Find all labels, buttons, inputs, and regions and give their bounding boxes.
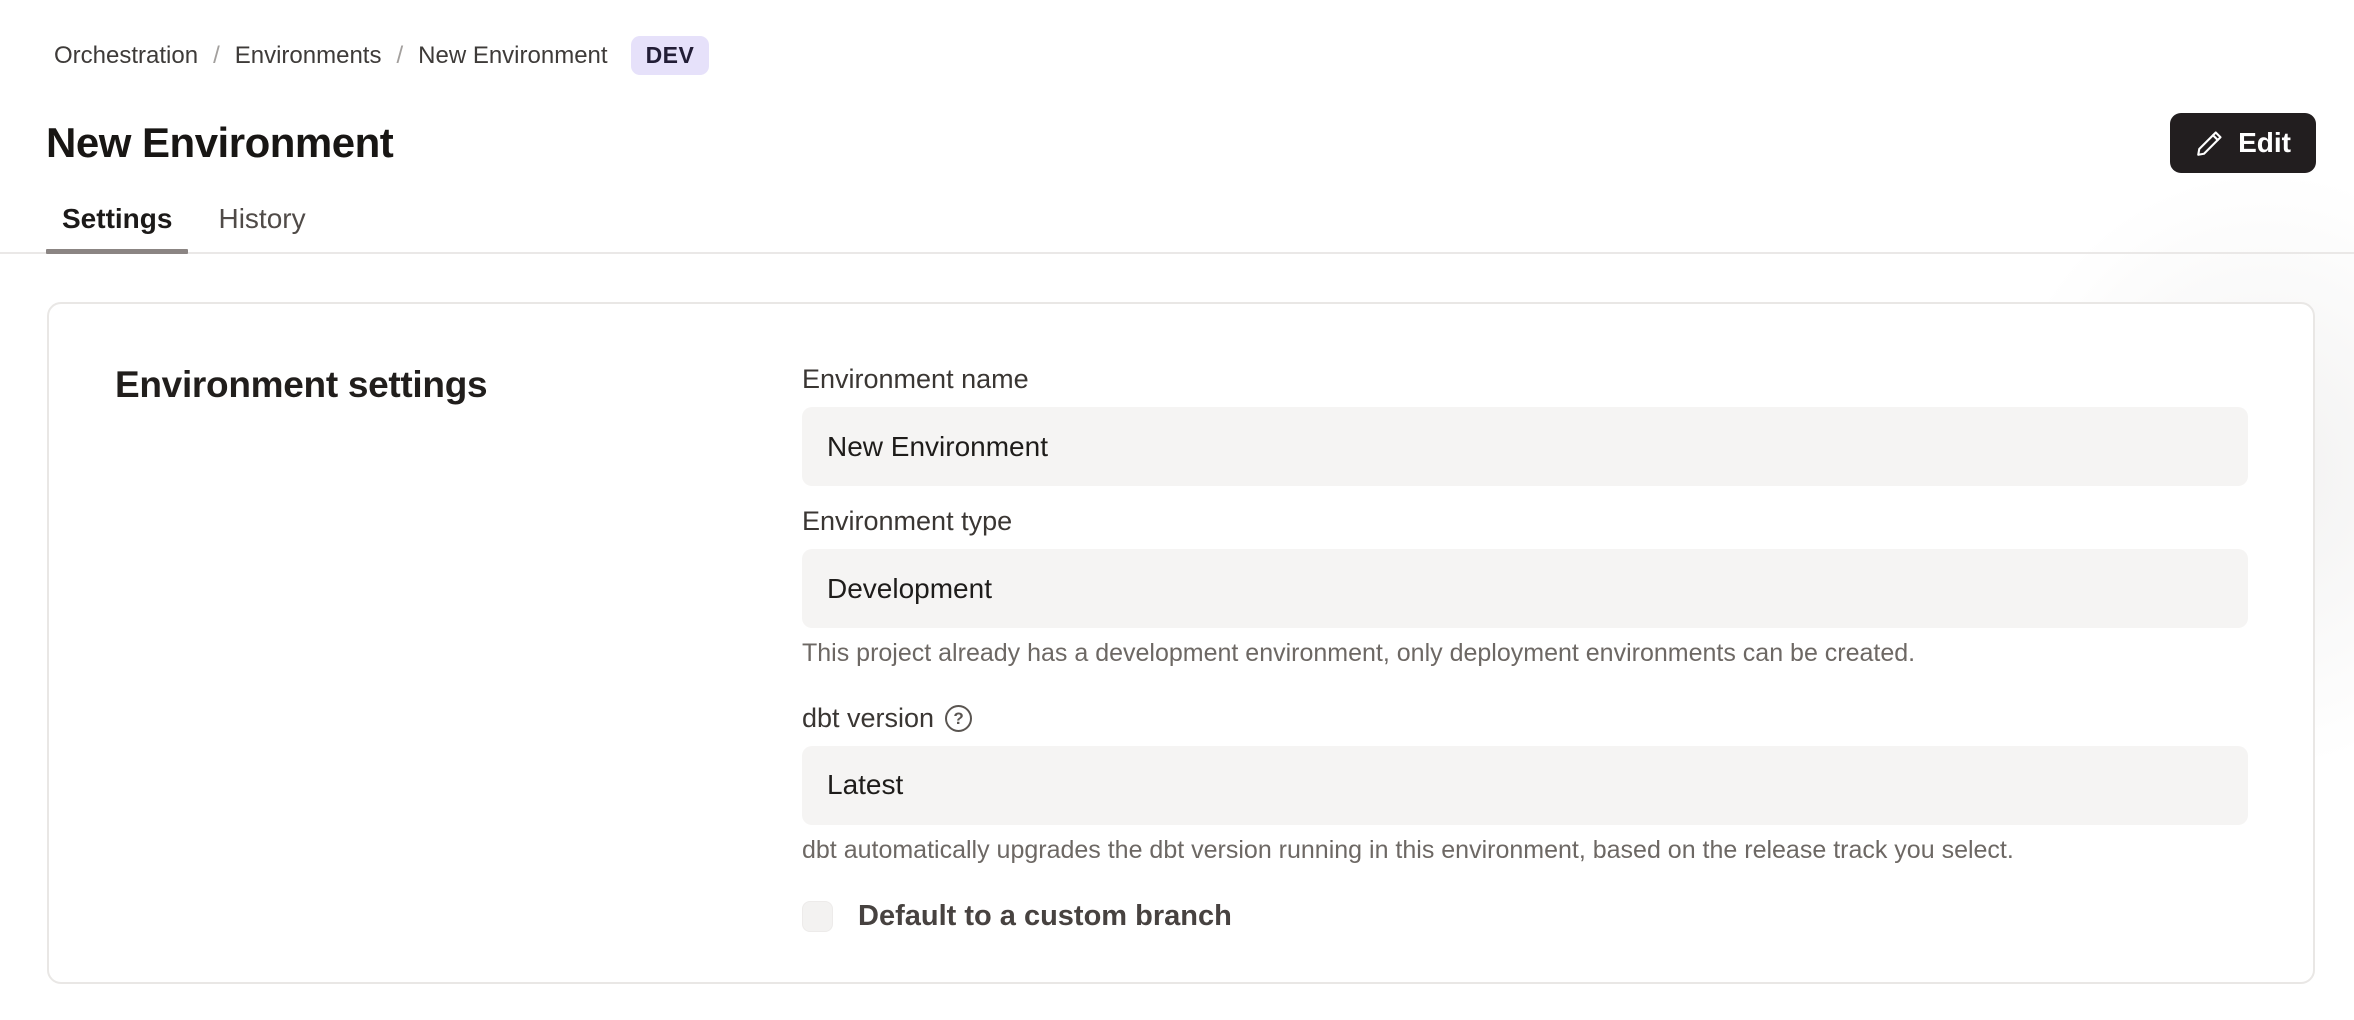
environment-type-select[interactable]: Development [802, 549, 2248, 628]
page-title: New Environment [46, 119, 393, 167]
help-icon[interactable]: ? [945, 705, 972, 732]
breadcrumb-separator: / [213, 42, 220, 70]
card-left-column: Environment settings [115, 364, 802, 982]
breadcrumb-orchestration[interactable]: Orchestration [54, 42, 198, 70]
edit-button-label: Edit [2238, 127, 2291, 159]
dbt-version-helper-text: dbt automatically upgrades the dbt versi… [802, 834, 2248, 867]
tab-settings[interactable]: Settings [62, 203, 172, 252]
dbt-version-value: Latest [827, 769, 903, 801]
new-environment-page: Orchestration / Environments / New Envir… [0, 0, 2354, 1020]
environment-name-label-text: Environment name [802, 364, 1029, 395]
dbt-version-select[interactable]: Latest [802, 746, 2248, 825]
pencil-icon [2195, 128, 2225, 158]
breadcrumb: Orchestration / Environments / New Envir… [0, 0, 2354, 75]
section-heading: Environment settings [115, 364, 802, 406]
page-header: New Environment Edit [46, 113, 2316, 173]
environment-type-value: Development [827, 573, 992, 605]
tab-history[interactable]: History [218, 203, 305, 252]
dbt-version-label-text: dbt version [802, 703, 934, 734]
default-custom-branch-row: Default to a custom branch [802, 900, 2248, 933]
breadcrumb-new-environment: New Environment [418, 42, 607, 70]
default-custom-branch-checkbox[interactable] [802, 901, 833, 932]
environment-name-input[interactable]: New Environment [802, 407, 2248, 486]
environment-type-label-text: Environment type [802, 506, 1012, 537]
field-environment-name: Environment name New Environment [802, 364, 2248, 486]
environment-dev-badge: DEV [631, 36, 710, 75]
breadcrumb-environments[interactable]: Environments [235, 42, 382, 70]
environment-name-value: New Environment [827, 431, 1048, 463]
edit-button[interactable]: Edit [2170, 113, 2316, 173]
environment-name-label: Environment name [802, 364, 2248, 395]
environment-type-helper-text: This project already has a development e… [802, 637, 2248, 670]
default-custom-branch-label[interactable]: Default to a custom branch [858, 900, 1232, 933]
field-environment-type: Environment type Development This projec… [802, 506, 2248, 670]
environment-type-label: Environment type [802, 506, 2248, 537]
environment-settings-card: Environment settings Environment name Ne… [47, 302, 2315, 984]
breadcrumb-separator: / [396, 42, 403, 70]
dbt-version-label: dbt version ? [802, 703, 2248, 734]
field-dbt-version: dbt version ? Latest dbt automatically u… [802, 703, 2248, 867]
card-form-column: Environment name New Environment Environ… [802, 364, 2248, 982]
tab-bar: Settings History [0, 203, 2354, 254]
